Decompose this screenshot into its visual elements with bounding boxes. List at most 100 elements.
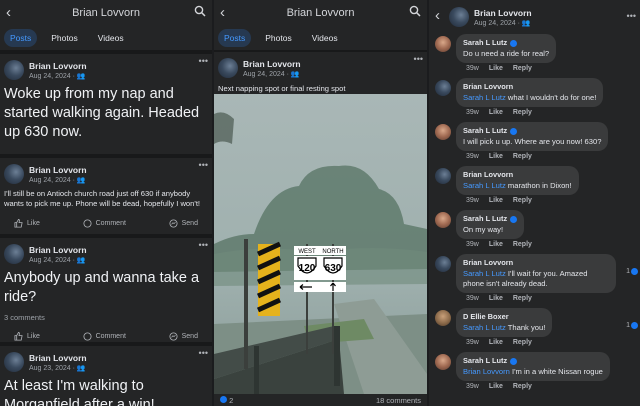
commenter-avatar[interactable] — [435, 36, 451, 52]
tab-posts[interactable]: Posts — [218, 29, 252, 47]
commenter-avatar[interactable] — [435, 354, 451, 370]
post-author[interactable]: Brian Lovvorn — [29, 61, 87, 71]
more-options-icon[interactable]: ••• — [199, 240, 208, 250]
commenter-name[interactable]: Sarah L Lutz — [463, 38, 549, 48]
comment-reply-button[interactable]: Reply — [513, 65, 532, 75]
search-icon[interactable] — [194, 5, 206, 17]
avatar[interactable] — [4, 60, 24, 80]
mention-link[interactable]: Brian Lovvorn — [463, 367, 510, 376]
commenter-avatar[interactable] — [435, 80, 451, 96]
avatar[interactable] — [4, 352, 24, 372]
comment-button[interactable]: Comment — [83, 331, 126, 341]
avatar[interactable] — [4, 164, 24, 184]
comment-meta: 39w Like Reply — [429, 293, 640, 305]
header-title: Brian Lovvorn — [474, 7, 532, 18]
route-120-sign: 120 — [299, 263, 316, 274]
comment-bubble[interactable]: Sarah L Lutz Brian Lovvorn I'm in a whit… — [456, 352, 610, 381]
send-button[interactable]: Send — [169, 331, 198, 341]
comment-reply-button[interactable]: Reply — [513, 241, 532, 251]
avatar[interactable] — [449, 7, 469, 27]
comment: Brian Lovvorn Sarah L Lutz marathon in D… — [429, 166, 640, 207]
mention-link[interactable]: Sarah L Lutz — [463, 181, 506, 190]
search-icon[interactable] — [409, 5, 421, 17]
comment-like-button[interactable]: Like — [489, 339, 503, 349]
comment-reply-button[interactable]: Reply — [513, 109, 532, 119]
comment: Sarah L Lutz Do u need a ride for real? … — [429, 34, 640, 75]
comment-like-button[interactable]: Like — [489, 153, 503, 163]
comment-time: 39w — [466, 295, 479, 302]
comment-body: I'm in a white Nissan rogue — [509, 367, 603, 376]
comment-like-button[interactable]: Like — [489, 295, 503, 305]
comment-like-count[interactable]: 1 — [626, 268, 638, 275]
comment-bubble[interactable]: D Ellie Boxer Sarah L Lutz Thank you! — [456, 308, 553, 337]
mention-link[interactable]: Sarah L Lutz — [463, 323, 506, 332]
tab-posts[interactable]: Posts — [4, 29, 38, 47]
comment-like-button[interactable]: Like — [489, 109, 503, 119]
comment-bubble[interactable]: Sarah L Lutz On my way! — [456, 210, 525, 239]
commenter-name[interactable]: Sarah L Lutz — [463, 126, 601, 136]
post-author[interactable]: Brian Lovvorn — [29, 353, 87, 363]
comment-reply-button[interactable]: Reply — [513, 153, 532, 163]
comment-bubble[interactable]: Brian Lovvorn Sarah L Lutz what I wouldn… — [456, 78, 604, 107]
comment-like-button[interactable]: Like — [489, 383, 503, 393]
more-options-icon[interactable]: ••• — [199, 348, 208, 358]
more-options-icon[interactable]: ••• — [414, 54, 423, 64]
like-button[interactable]: Like — [14, 218, 40, 228]
comment-like-count-label: 1 — [626, 268, 630, 275]
send-label: Send — [181, 332, 198, 340]
comment-reply-button[interactable]: Reply — [513, 295, 532, 305]
comment-reply-button[interactable]: Reply — [513, 383, 532, 393]
like-button[interactable]: Like — [14, 331, 40, 341]
more-options-icon[interactable]: ••• — [199, 56, 208, 66]
send-button[interactable]: Send — [169, 218, 198, 228]
reaction-count[interactable]: 2 — [220, 395, 233, 405]
commenter-name[interactable]: Sarah L Lutz — [463, 356, 603, 366]
commenter-name[interactable]: Brian Lovvorn — [463, 82, 596, 92]
comment-label: Comment — [95, 332, 126, 340]
commenter-avatar[interactable] — [435, 124, 451, 140]
comment-reply-button[interactable]: Reply — [513, 197, 532, 207]
comment-bubble[interactable]: Brian Lovvorn Sarah L Lutz I'll wait for… — [456, 254, 616, 293]
commenter-avatar[interactable] — [435, 168, 451, 184]
comment-button[interactable]: Comment — [83, 218, 126, 228]
thumbs-up-icon — [14, 331, 23, 341]
mention-link[interactable]: Sarah L Lutz — [463, 93, 506, 102]
comment-like-button[interactable]: Like — [489, 241, 503, 251]
back-arrow-icon[interactable]: ‹ — [220, 4, 225, 21]
tab-videos[interactable]: Videos — [92, 29, 130, 47]
post-author[interactable]: Brian Lovvorn — [29, 165, 87, 175]
mention-link[interactable]: Sarah L Lutz — [463, 269, 506, 278]
comments-count[interactable]: 18 comments — [376, 396, 421, 405]
back-arrow-icon[interactable]: ‹ — [435, 7, 440, 24]
comment-reply-button[interactable]: Reply — [513, 339, 532, 349]
commenter-name[interactable]: Brian Lovvorn — [463, 258, 609, 268]
comment-bubble[interactable]: Sarah L Lutz Do u need a ride for real? — [456, 34, 557, 63]
comment-like-count[interactable]: 1 — [626, 322, 638, 329]
more-options-icon[interactable]: ••• — [627, 11, 636, 21]
commenter-name[interactable]: Sarah L Lutz — [463, 214, 518, 224]
more-options-icon[interactable]: ••• — [199, 160, 208, 170]
comment-like-button[interactable]: Like — [489, 65, 503, 75]
commenter-avatar[interactable] — [435, 256, 451, 272]
avatar[interactable] — [218, 58, 238, 78]
comment-bubble[interactable]: Sarah L Lutz I will pick u up. Where are… — [456, 122, 609, 151]
commenter-avatar[interactable] — [435, 310, 451, 326]
comment-label: Comment — [95, 219, 126, 227]
avatar[interactable] — [4, 244, 24, 264]
commenter-avatar[interactable] — [435, 212, 451, 228]
comment-like-button[interactable]: Like — [489, 197, 503, 207]
tab-photos[interactable]: Photos — [259, 29, 297, 47]
comment-time: 39w — [466, 65, 479, 72]
header-title: Brian Lovvorn — [286, 7, 355, 19]
post-author[interactable]: Brian Lovvorn — [29, 245, 87, 255]
back-arrow-icon[interactable]: ‹ — [6, 4, 11, 21]
comment-icon — [83, 331, 92, 341]
commenter-name[interactable]: D Ellie Boxer — [463, 312, 545, 322]
comment-bubble[interactable]: Brian Lovvorn Sarah L Lutz marathon in D… — [456, 166, 579, 195]
post-author[interactable]: Brian Lovvorn — [243, 59, 301, 69]
comment-count[interactable]: 3 comments — [4, 313, 208, 322]
commenter-name[interactable]: Brian Lovvorn — [463, 170, 572, 180]
foggy-road-photo[interactable]: WEST NORTH 120 630 — [214, 94, 427, 394]
tab-photos[interactable]: Photos — [45, 29, 83, 47]
tab-videos[interactable]: Videos — [306, 29, 344, 47]
